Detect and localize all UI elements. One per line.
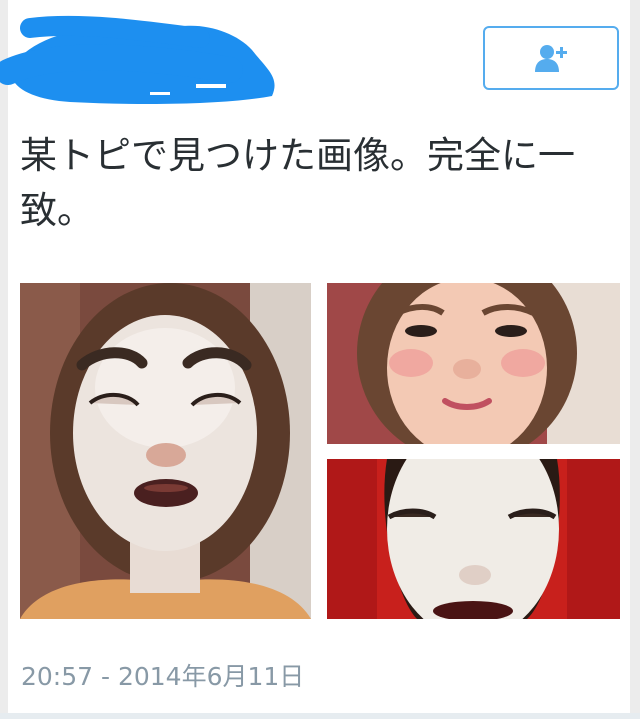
right-edge	[630, 0, 640, 719]
photo-original[interactable]	[327, 283, 620, 444]
redacted-username	[0, 15, 275, 105]
photo-edited[interactable]	[20, 283, 311, 619]
tweet-timestamp[interactable]: 20:57 - 2014年6月11日	[21, 659, 304, 695]
tweet-text: 某トピで見つけた画像。完全に一致。	[20, 134, 575, 232]
bottom-divider	[0, 713, 640, 719]
add-user-icon	[535, 45, 567, 72]
follow-button[interactable]	[483, 26, 619, 90]
photo-noh-mask[interactable]	[327, 459, 620, 619]
